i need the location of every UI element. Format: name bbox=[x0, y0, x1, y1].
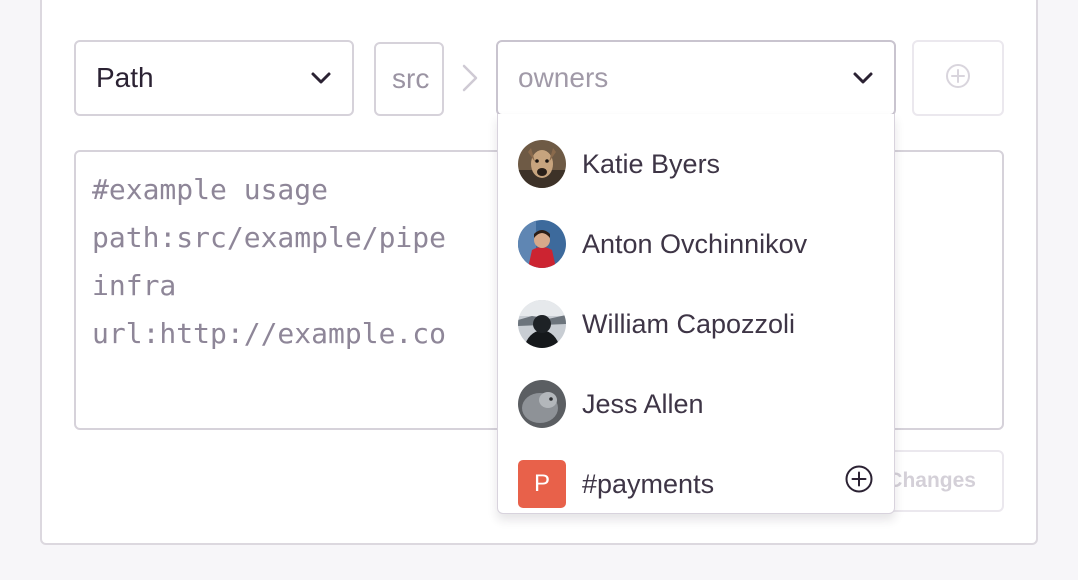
owner-option[interactable]: Katie Byers bbox=[498, 124, 894, 204]
avatar bbox=[518, 140, 566, 188]
team-option-label: #payments bbox=[582, 468, 715, 499]
owner-option-label: Jess Allen bbox=[582, 388, 704, 419]
chevron-right-icon bbox=[458, 62, 482, 94]
rule-value-input[interactable]: src bbox=[374, 42, 444, 116]
team-option[interactable]: P #payments bbox=[498, 444, 894, 513]
owners-dropdown-menu: Katie Byers Anton Ovchinnikov William Ca bbox=[497, 114, 895, 514]
owner-option-label: Anton Ovchinnikov bbox=[582, 228, 808, 259]
owner-option-label: Katie Byers bbox=[582, 148, 721, 179]
owners-placeholder: owners bbox=[518, 62, 609, 93]
chevron-down-icon bbox=[310, 71, 332, 85]
owner-option-label: William Capozzoli bbox=[582, 308, 796, 339]
avatar bbox=[518, 380, 566, 428]
add-circle-icon bbox=[945, 63, 971, 94]
owners-select[interactable]: owners bbox=[496, 40, 896, 116]
owner-option[interactable]: Anton Ovchinnikov bbox=[498, 204, 894, 284]
avatar bbox=[518, 220, 566, 268]
owner-option[interactable]: Jess Allen bbox=[498, 364, 894, 444]
add-circle-icon[interactable] bbox=[844, 464, 874, 501]
avatar bbox=[518, 300, 566, 348]
add-rule-button[interactable] bbox=[912, 40, 1004, 116]
rule-value-text: src bbox=[392, 63, 430, 94]
rule-type-select[interactable]: Path bbox=[74, 40, 354, 116]
owner-option[interactable]: William Capozzoli bbox=[498, 284, 894, 364]
team-badge: P bbox=[518, 460, 566, 508]
chevron-down-icon bbox=[852, 71, 874, 85]
rule-type-value: Path bbox=[96, 62, 154, 93]
